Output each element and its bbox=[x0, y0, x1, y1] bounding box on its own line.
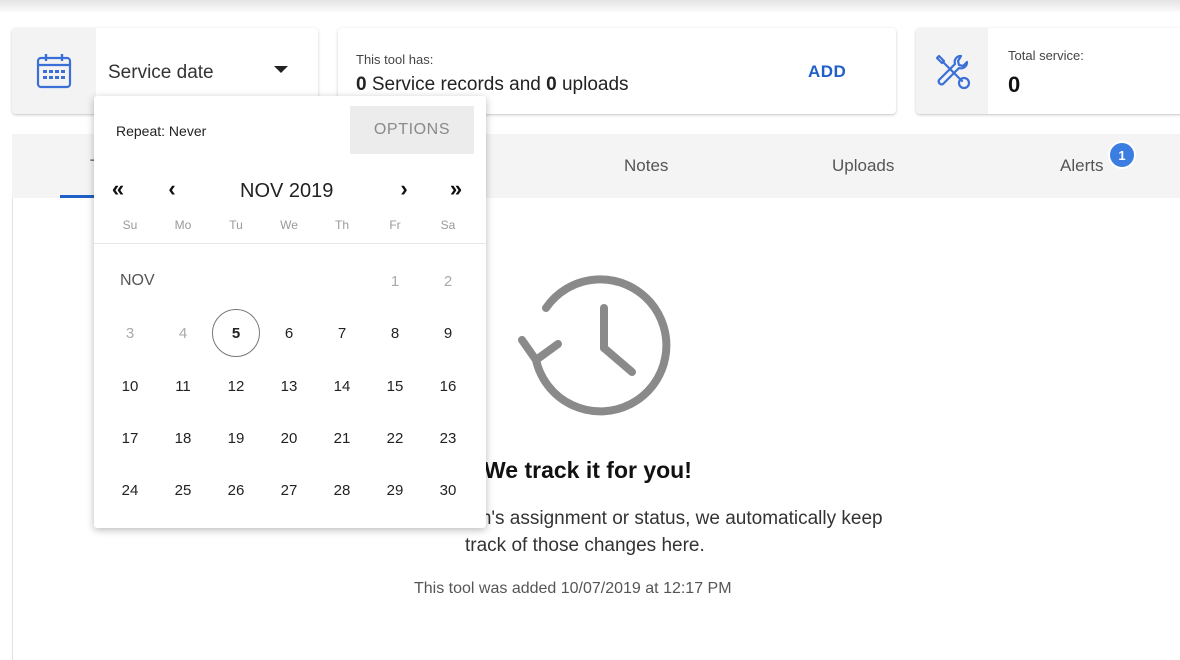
weekday-label: Mo bbox=[174, 218, 192, 232]
chevron-down-icon[interactable] bbox=[274, 66, 288, 73]
calendar-icon-cell bbox=[12, 28, 96, 114]
weekday-label: Th bbox=[334, 218, 349, 232]
calendar-day[interactable]: 27 bbox=[267, 468, 311, 512]
calendar-day[interactable]: 1 bbox=[373, 259, 417, 303]
prev-month-icon[interactable]: ‹ bbox=[158, 176, 186, 202]
calendar-day-selected[interactable]: 5 bbox=[212, 309, 260, 357]
weekday-label: Tu bbox=[229, 218, 243, 232]
empty-state-description: em's assignment or status, we automatica… bbox=[465, 505, 985, 559]
calendar-day[interactable]: 24 bbox=[108, 468, 152, 512]
records-count: 0 bbox=[356, 74, 367, 95]
empty-state-heading: We track it for you! bbox=[484, 457, 692, 483]
empty-state-line-1: em's assignment or status, we automatica… bbox=[465, 508, 883, 529]
weekday-label: Fr bbox=[389, 218, 401, 232]
uploads-count: 0 bbox=[546, 74, 557, 95]
records-text: Service records and bbox=[366, 74, 547, 95]
weekday-label: Sa bbox=[440, 218, 456, 232]
records-summary: 0 Service records and 0 uploads bbox=[356, 74, 629, 96]
calendar-day[interactable]: 21 bbox=[320, 416, 364, 460]
tab-notes[interactable]: Notes bbox=[624, 156, 668, 176]
calendar-day[interactable]: 19 bbox=[214, 416, 258, 460]
add-button[interactable]: ADD bbox=[808, 62, 846, 82]
prev-year-icon[interactable]: « bbox=[104, 176, 132, 202]
calendar-day[interactable]: 17 bbox=[108, 416, 152, 460]
calendar-day[interactable]: 3 bbox=[108, 311, 152, 355]
service-date-label[interactable]: Service date bbox=[108, 62, 214, 84]
calendar-day[interactable]: 4 bbox=[161, 311, 205, 355]
uploads-text: uploads bbox=[556, 74, 629, 95]
calendar-day[interactable]: 10 bbox=[108, 364, 152, 408]
tools-icon bbox=[935, 54, 971, 90]
calendar-day[interactable]: 26 bbox=[214, 468, 258, 512]
total-service-card: Total service: 0 bbox=[916, 28, 1180, 114]
calendar-day[interactable]: 7 bbox=[320, 311, 364, 355]
repeat-label: Repeat: Never bbox=[116, 123, 207, 139]
options-button[interactable]: OPTIONS bbox=[350, 106, 474, 154]
tab-uploads[interactable]: Uploads bbox=[832, 156, 894, 176]
calendar-day[interactable]: 23 bbox=[426, 416, 470, 460]
total-heading: Total service: bbox=[1008, 48, 1084, 63]
calendar-day[interactable]: 25 bbox=[161, 468, 205, 512]
weekday-label: We bbox=[280, 218, 298, 232]
calendar-day[interactable]: 14 bbox=[320, 364, 364, 408]
calendar-icon bbox=[36, 54, 72, 89]
calendar-day[interactable]: 13 bbox=[267, 364, 311, 408]
next-year-icon[interactable]: » bbox=[442, 176, 470, 202]
calendar-day[interactable]: 29 bbox=[373, 468, 417, 512]
calendar-day[interactable]: 12 bbox=[214, 364, 258, 408]
calendar-day[interactable]: 6 bbox=[267, 311, 311, 355]
added-note: This tool was added 10/07/2019 at 12:17 … bbox=[414, 580, 732, 597]
calendar-day[interactable]: 30 bbox=[426, 468, 470, 512]
month-label: NOV bbox=[120, 272, 155, 289]
alerts-badge: 1 bbox=[1108, 141, 1136, 169]
calendar-day[interactable]: 28 bbox=[320, 468, 364, 512]
calendar-day[interactable]: 15 bbox=[373, 364, 417, 408]
tools-icon-cell bbox=[916, 28, 988, 114]
next-month-icon[interactable]: › bbox=[390, 176, 418, 202]
weekday-label: Su bbox=[122, 218, 138, 232]
calendar-day[interactable]: 20 bbox=[267, 416, 311, 460]
calendar-day[interactable]: 18 bbox=[161, 416, 205, 460]
calendar-day[interactable]: 8 bbox=[373, 311, 417, 355]
history-icon bbox=[518, 275, 671, 416]
month-title: NOV 2019 bbox=[240, 180, 334, 202]
picker-divider bbox=[94, 243, 486, 244]
calendar-day[interactable]: 16 bbox=[426, 364, 470, 408]
date-picker-popover: Repeat: Never OPTIONS « ‹ NOV 2019 › » S… bbox=[94, 96, 486, 528]
calendar-day[interactable]: 9 bbox=[426, 311, 470, 355]
top-edge bbox=[0, 0, 1180, 12]
tab-alerts[interactable]: Alerts bbox=[1060, 156, 1103, 176]
calendar-day[interactable]: 22 bbox=[373, 416, 417, 460]
records-heading: This tool has: bbox=[356, 52, 434, 67]
calendar-day[interactable]: 11 bbox=[161, 364, 205, 408]
empty-state-line-2: track of those changes here. bbox=[465, 535, 705, 556]
total-value: 0 bbox=[1008, 72, 1021, 97]
calendar-day[interactable]: 2 bbox=[426, 259, 470, 303]
